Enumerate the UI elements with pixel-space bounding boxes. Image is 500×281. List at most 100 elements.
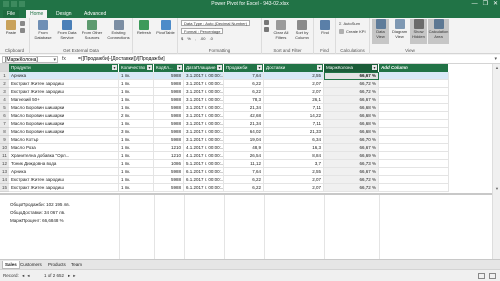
table-cell[interactable]: 1210 <box>154 144 184 152</box>
table-cell[interactable]: Екстракт Житен зародиш <box>9 80 119 88</box>
table-cell[interactable]: 21,34 <box>224 104 264 112</box>
filter-dropdown-icon[interactable]: ▾ <box>147 65 152 70</box>
table-cell[interactable]: 66,67 % <box>324 96 379 104</box>
scroll-up-icon[interactable]: ▲ <box>494 65 500 71</box>
grid-view-icon[interactable] <box>478 273 485 279</box>
row-number[interactable]: 8 <box>0 128 9 136</box>
table-cell[interactable]: 5988 <box>154 128 184 136</box>
table-cell[interactable]: 11,12 <box>224 160 264 168</box>
empty-cell[interactable] <box>379 88 449 96</box>
calculation-area-button[interactable]: Calculation Area <box>428 19 449 44</box>
existing-connections-button[interactable]: Existing Connections <box>105 20 132 40</box>
table-cell[interactable]: 1 пк. <box>119 152 154 160</box>
table-cell[interactable]: 1210 <box>154 152 184 160</box>
table-cell[interactable]: 3 пк. <box>119 128 154 136</box>
pivottable-button[interactable]: PivotTable <box>154 20 177 36</box>
empty-cell[interactable] <box>379 80 449 88</box>
table-cell[interactable]: 16,3 <box>264 144 324 152</box>
row-number[interactable]: 1 <box>0 72 9 80</box>
tab-file[interactable]: File <box>3 10 20 18</box>
table-cell[interactable]: 1 пк. <box>119 80 154 88</box>
column-header[interactable]: МаржКолона ▾ <box>324 64 379 72</box>
table-cell[interactable]: 1 пк. <box>119 136 154 144</box>
maximize-button[interactable]: ❐ <box>483 0 488 9</box>
table-cell[interactable]: 3.1.2017 г. 00:00:... <box>184 136 224 144</box>
empty-cell[interactable] <box>379 160 449 168</box>
table-cell[interactable]: 5988 <box>154 136 184 144</box>
create-kpi-button[interactable]: Create KPI <box>339 29 366 34</box>
table-cell[interactable]: 2,07 <box>264 176 324 184</box>
table-cell[interactable]: 7,64 <box>224 72 264 80</box>
measure-cell[interactable]: ОбщоДоставки: 34 067 лв. <box>10 209 65 217</box>
table-cell[interactable]: 42,68 <box>224 112 264 120</box>
empty-cell[interactable] <box>379 96 449 104</box>
table-cell[interactable]: 2,07 <box>264 88 324 96</box>
table-cell[interactable]: 1 пк. <box>119 184 154 192</box>
grid-vertical-scrollbar[interactable]: ▲ ▼ <box>492 64 500 193</box>
table-cell[interactable]: 66,73 % <box>324 160 379 168</box>
autosum-button[interactable]: Σ AutoSum <box>339 21 360 26</box>
table-cell[interactable]: 3.1.2017 г. 00:00:... <box>184 72 224 80</box>
table-cell[interactable]: Арника <box>9 72 119 80</box>
calc-area-scrollbar[interactable] <box>492 193 500 259</box>
table-cell[interactable]: 6,22 <box>224 88 264 96</box>
close-button[interactable]: ✕ <box>493 0 498 9</box>
row-number[interactable]: 14 <box>0 176 9 184</box>
empty-cell[interactable] <box>379 144 449 152</box>
table-cell[interactable]: 26,54 <box>224 152 264 160</box>
select-all-corner[interactable] <box>0 64 9 72</box>
data-type-dropdown[interactable]: Data Type : Auto (Decimal Number) <box>181 20 251 26</box>
tab-advanced[interactable]: Advanced <box>80 10 110 18</box>
refresh-button[interactable]: Refresh <box>135 20 153 36</box>
name-box[interactable]: [МаржКолона] <box>2 56 58 63</box>
column-header[interactable]: ДатаПлащане ▾ <box>184 64 224 72</box>
table-cell[interactable]: 4.1.2017 г. 00:00:... <box>184 152 224 160</box>
table-cell[interactable]: 48,9 <box>224 144 264 152</box>
show-hidden-button[interactable]: Show Hidden <box>410 19 427 44</box>
sheet-tab[interactable]: Team <box>69 261 84 269</box>
table-cell[interactable]: 5988 <box>154 96 184 104</box>
decrease-decimal-button[interactable]: .0 <box>209 36 212 41</box>
table-cell[interactable]: 7,11 <box>264 120 324 128</box>
empty-cell[interactable] <box>379 176 449 184</box>
currency-button[interactable]: $ <box>181 36 183 41</box>
table-cell[interactable]: Екстракт Житен зародиш <box>9 88 119 96</box>
table-cell[interactable]: 26,1 <box>264 96 324 104</box>
row-number[interactable]: 3 <box>0 88 9 96</box>
table-cell[interactable]: Масло Боровин шишарки <box>9 104 119 112</box>
table-cell[interactable]: 66,69 % <box>324 152 379 160</box>
table-cell[interactable]: Тоник Диждовна вода <box>9 160 119 168</box>
table-cell[interactable]: 6.1.2017 г. 00:00:... <box>184 168 224 176</box>
table-cell[interactable]: 2,07 <box>264 80 324 88</box>
empty-cell[interactable] <box>379 104 449 112</box>
table-cell[interactable]: Екстракт Житен зародиш <box>9 184 119 192</box>
table-cell[interactable]: 1 пк. <box>119 144 154 152</box>
column-header[interactable]: Продукти ▾ <box>9 64 119 72</box>
row-number[interactable]: 15 <box>0 184 9 192</box>
table-cell[interactable]: 6.1.2017 г. 00:00:... <box>184 184 224 192</box>
empty-cell[interactable] <box>379 72 449 80</box>
row-number[interactable]: 11 <box>0 152 9 160</box>
data-view-button[interactable]: Data View <box>372 19 389 44</box>
table-cell[interactable]: 3.1.2017 г. 00:00:... <box>184 96 224 104</box>
table-cell[interactable]: 3.1.2017 г. 00:00:... <box>184 104 224 112</box>
table-cell[interactable]: 14,22 <box>264 112 324 120</box>
table-cell[interactable]: 6,22 <box>224 184 264 192</box>
table-cell[interactable]: 3.1.2017 г. 00:00:... <box>184 80 224 88</box>
column-header[interactable]: Add Column <box>379 64 449 72</box>
table-cell[interactable]: 66,72 % <box>324 88 379 96</box>
tab-home[interactable]: Home <box>26 10 48 18</box>
row-number[interactable]: 4 <box>0 96 9 104</box>
table-cell[interactable]: 66,67 % <box>324 168 379 176</box>
table-cell[interactable]: Магнезий 50+ <box>9 96 119 104</box>
table-cell[interactable]: 21,34 <box>224 120 264 128</box>
sheet-tab[interactable]: Customers <box>18 261 44 269</box>
table-cell[interactable]: 1 пк. <box>119 176 154 184</box>
column-header[interactable]: Количество ▾ <box>119 64 154 72</box>
row-number[interactable]: 12 <box>0 160 9 168</box>
cut-icon[interactable] <box>20 21 25 26</box>
table-cell[interactable]: Хранителна добавка "Орл... <box>9 152 119 160</box>
expand-formula-icon[interactable]: ▾ <box>494 56 497 63</box>
filter-dropdown-icon[interactable]: ▾ <box>257 65 262 70</box>
row-number[interactable]: 9 <box>0 136 9 144</box>
